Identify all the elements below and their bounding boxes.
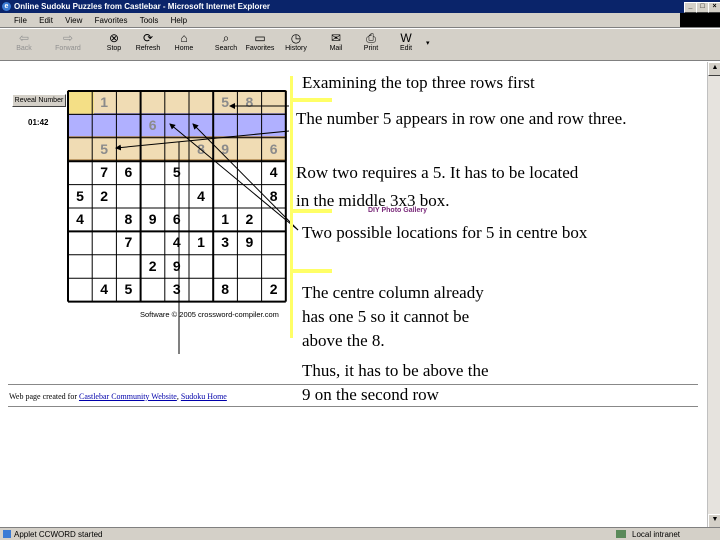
toolbar: ⇦ Back ⇨ Forward ⊗ Stop ⟳ Refresh ⌂ Home ⌕ Sea…	[0, 29, 720, 61]
intranet-icon	[616, 530, 626, 538]
history-button[interactable]: ◷ History	[276, 31, 316, 52]
ie-logo-icon: e	[2, 2, 11, 11]
note-row-two-needs-five: Row two requires a 5. It has to be locat…	[296, 163, 579, 210]
home-icon: ⌂	[180, 31, 188, 45]
status-bar: Applet CCWORD started Local intranet	[0, 527, 720, 540]
scroll-down-icon[interactable]: ▼	[708, 514, 720, 528]
edit-dropdown-icon[interactable]: ▾	[426, 39, 430, 47]
edit-icon: W	[400, 31, 412, 45]
note-five-in-rows: The number 5 appears in row one and row …	[296, 109, 627, 128]
status-text: Applet CCWORD started	[14, 530, 103, 539]
history-icon: ◷	[290, 31, 302, 45]
highlight-marker	[292, 98, 332, 102]
arrow-to-candidate-right	[192, 123, 299, 231]
title-bar: e Online Sudoku Puzzles from Castlebar -…	[0, 0, 720, 13]
edit-button[interactable]: W Edit	[386, 31, 426, 52]
highlight-bar	[290, 76, 293, 338]
menu-file[interactable]: File	[14, 16, 27, 25]
arrow-to-candidate-left	[169, 123, 299, 231]
highlight-marker	[292, 269, 332, 273]
search-icon: ⌕	[222, 31, 230, 45]
note-two-locations: Two possible locations for 5 in centre b…	[302, 223, 588, 242]
note-conclusion: Thus, it has to be above the 9 on the se…	[302, 361, 489, 404]
refresh-button[interactable]: ⟳ Refresh	[128, 31, 168, 52]
home-button[interactable]: ⌂ Home	[164, 31, 204, 52]
footer-text: Web page created for Castlebar Community…	[9, 392, 227, 401]
menu-favorites[interactable]: Favorites	[95, 16, 128, 25]
ie-throbber-icon	[680, 13, 720, 27]
scroll-up-icon[interactable]: ▲	[708, 62, 720, 76]
print-button[interactable]: ⎙ Print	[351, 31, 391, 52]
mail-button[interactable]: ✉ Mail	[316, 31, 356, 52]
close-button[interactable]: ×	[708, 2, 720, 13]
forward-arrow-icon: ⇨	[62, 31, 74, 45]
separator	[8, 384, 698, 385]
stop-icon: ⊗	[108, 31, 120, 45]
menu-view[interactable]: View	[65, 16, 82, 25]
mail-icon: ✉	[330, 31, 342, 45]
favorites-button[interactable]: ▭ Favorites	[240, 31, 280, 52]
note-examining-rows: Examining the top three rows first	[302, 73, 535, 92]
menu-bar: File Edit View Favorites Tools Help	[0, 13, 720, 28]
page-icon	[3, 530, 11, 538]
menu-edit[interactable]: Edit	[39, 16, 53, 25]
separator	[8, 406, 698, 407]
favorites-folder-icon: ▭	[254, 31, 266, 45]
note-centre-column: The centre column already has one 5 so i…	[302, 283, 484, 350]
forward-button[interactable]: ⇨ Forward	[48, 31, 88, 52]
menu-tools[interactable]: Tools	[140, 16, 159, 25]
vertical-scrollbar[interactable]: ▲ ▼	[707, 62, 720, 528]
back-arrow-icon: ⇦	[18, 31, 30, 45]
printer-icon: ⎙	[366, 31, 376, 45]
menu-help[interactable]: Help	[171, 16, 187, 25]
refresh-icon: ⟳	[142, 31, 154, 45]
window-title: Online Sudoku Puzzles from Castlebar - M…	[14, 2, 271, 11]
back-button[interactable]: ⇦ Back	[4, 31, 44, 52]
zone-text: Local intranet	[632, 530, 681, 539]
sudoku-home-link[interactable]: Sudoku Home	[181, 392, 227, 401]
castlebar-community-link[interactable]: Castlebar Community Website	[79, 392, 177, 401]
page-content: Reveal Number 01:42 15865896765452484896…	[0, 62, 707, 527]
